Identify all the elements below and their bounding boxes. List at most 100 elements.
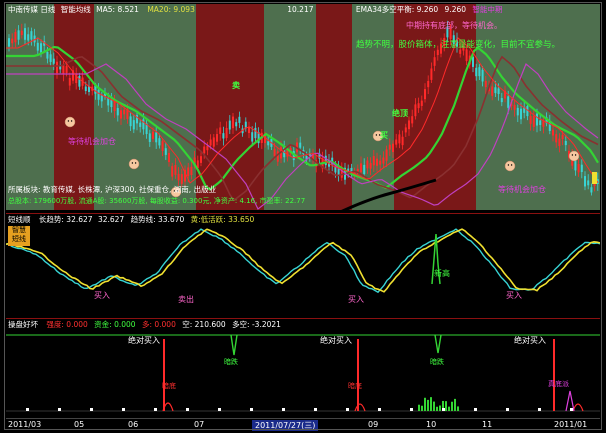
candle-body xyxy=(20,30,23,36)
candle-body xyxy=(212,137,215,147)
candle-body xyxy=(584,176,586,187)
candle-body xyxy=(52,58,55,64)
candle-body xyxy=(532,115,535,127)
candle-body xyxy=(84,86,87,91)
candle-body xyxy=(209,139,212,146)
volume-bar xyxy=(418,404,420,411)
candle-body xyxy=(516,107,519,116)
candle-body xyxy=(561,134,564,140)
candle-body xyxy=(174,165,177,175)
signal-pane[interactable]: 操盘好坏 强度: 0.000 资金: 0.000 多: 0.000 空: 210… xyxy=(6,318,600,417)
candle-body xyxy=(436,49,439,56)
candle-body xyxy=(267,141,270,146)
sig-v2: 资金: 0.000 xyxy=(94,320,136,329)
floor-tick xyxy=(538,408,541,411)
osc-spike-label: 新高 xyxy=(434,269,450,278)
sig-v1: 强度: 0.000 xyxy=(46,320,88,329)
date-label: 05 xyxy=(74,420,85,429)
price-chart-canvas[interactable] xyxy=(6,4,600,210)
oscillator-pane[interactable]: 短线顺 长趋势: 32.627 32.627 趋势线: 33.670 黄:低活跃… xyxy=(6,213,600,308)
date-label: 07 xyxy=(194,420,205,429)
signal-canvas[interactable] xyxy=(6,319,600,417)
sig-right-label: 真底派 xyxy=(548,380,569,388)
bottom-2: 暗底 xyxy=(348,382,362,390)
bottom-bump xyxy=(572,403,584,412)
price-pane-header: 中南传媒 日线 智能均线 MA5: 8.521 MA20: 9.093 10.2… xyxy=(8,4,502,15)
selected-date[interactable]: 2011/07/27(三) xyxy=(252,420,319,431)
floor-tick xyxy=(378,408,381,411)
volume-bar xyxy=(454,398,456,411)
stock-title: 中南传媒 日线 xyxy=(8,5,56,14)
candle-body xyxy=(401,136,404,146)
smiley-eye xyxy=(70,120,73,122)
regime-band xyxy=(264,4,316,210)
candle-body xyxy=(8,38,10,47)
volume-bar xyxy=(433,401,435,411)
candle-body xyxy=(478,67,481,77)
smiley-eye xyxy=(510,164,513,166)
candle-body xyxy=(120,110,122,119)
candle-body xyxy=(203,146,206,154)
ma5-readout: MA5: 8.521 xyxy=(96,5,139,14)
smiley-icon xyxy=(568,150,580,162)
candle-body xyxy=(254,127,257,139)
date-axis[interactable]: 2011/03 05 06 07 2011/07/27(三) 09 10 11 … xyxy=(6,418,600,431)
candle-body xyxy=(417,103,420,109)
candle-body xyxy=(529,116,532,124)
candle-body xyxy=(206,145,209,151)
regime-band xyxy=(196,4,264,210)
price-pane[interactable]: 中南传媒 日线 智能均线 MA5: 8.521 MA20: 9.093 10.2… xyxy=(6,4,600,210)
candle-body xyxy=(107,97,110,106)
candle-body xyxy=(513,104,516,110)
dip-1: 暗跌 xyxy=(224,358,238,366)
smiley-eye xyxy=(134,162,137,164)
candle-body xyxy=(11,38,14,44)
candle-body xyxy=(372,156,375,166)
pink-note: 中期持有底部，等待机会。 xyxy=(406,21,502,30)
date-label: 2011/03 xyxy=(8,420,42,429)
candle-body xyxy=(542,121,545,127)
smiley-icon xyxy=(64,116,76,128)
candle-body xyxy=(155,132,158,143)
candle-body xyxy=(552,129,554,136)
candle-body xyxy=(520,108,522,120)
candle-body xyxy=(587,180,590,186)
candle-body xyxy=(180,174,183,184)
smiley-eye xyxy=(571,154,574,156)
candle-body xyxy=(222,133,225,139)
osc-trend: 趋势线: 33.670 xyxy=(130,215,185,224)
candle-body xyxy=(78,76,81,87)
candle-body xyxy=(574,160,577,171)
floor-tick xyxy=(218,408,221,411)
candle-body xyxy=(411,116,414,124)
candle-body xyxy=(484,80,487,88)
candle-body xyxy=(459,49,462,54)
candle-body xyxy=(420,100,423,106)
volume-bar xyxy=(424,397,426,411)
sig-v3: 多: 0.000 xyxy=(141,320,176,329)
osc-yellow-line xyxy=(6,228,600,293)
candle-body xyxy=(152,131,154,139)
candle-body xyxy=(168,153,170,163)
capital-line: 总股本: 179600万股, 流通A股: 35600万股, 每股收益: 0.30… xyxy=(8,197,306,205)
trading-chart-window: 中南传媒 日线 智能均线 MA5: 8.521 MA20: 9.093 10.2… xyxy=(0,0,606,433)
candle-body xyxy=(158,138,161,146)
candle-body xyxy=(491,86,494,96)
candle-body xyxy=(465,49,468,61)
smiley-eye xyxy=(131,162,134,164)
candle-body xyxy=(366,160,369,169)
sector-line: 所属板块: 教育传媒, 长株潭, 沪深300, 社保重仓, 湖南, 出版业 xyxy=(8,185,217,194)
candle-body xyxy=(216,134,218,142)
floor-tick xyxy=(90,408,93,411)
oscillator-header: 短线顺 长趋势: 32.627 32.627 趋势线: 33.670 黄:低活跃… xyxy=(8,214,254,225)
floor-tick xyxy=(250,408,253,411)
floor-tick xyxy=(442,408,445,411)
dip-2: 暗跌 xyxy=(430,358,444,366)
volume-bar xyxy=(448,406,450,411)
floor-tick xyxy=(346,408,349,411)
candle-body xyxy=(507,96,510,108)
floor-tick xyxy=(314,408,317,411)
candle-body xyxy=(398,134,401,144)
candle-body xyxy=(65,66,68,73)
candle-body xyxy=(385,149,388,161)
